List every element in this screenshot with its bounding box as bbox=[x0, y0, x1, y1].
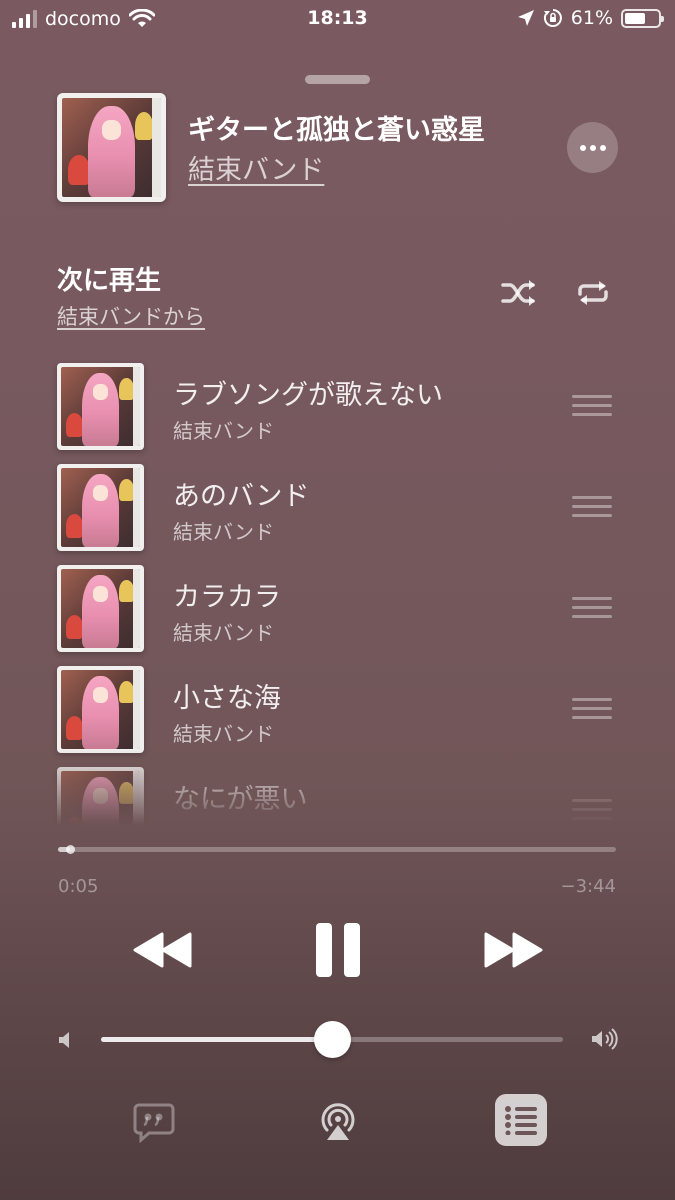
speaker-low-icon bbox=[59, 1032, 69, 1048]
reorder-handle-icon[interactable] bbox=[572, 395, 612, 419]
queue-track-artist: 結束バンド bbox=[173, 621, 274, 645]
queue-artwork bbox=[57, 767, 144, 825]
queue-row[interactable]: ラブソングが歌えない結束バンド bbox=[0, 355, 675, 455]
remaining-time: −3:44 bbox=[560, 876, 616, 897]
status-bar: docomo 18:13 61% bbox=[0, 0, 675, 38]
now-playing-title: ギターと孤独と蒼い惑星 bbox=[188, 115, 485, 146]
progress-scrubber[interactable] bbox=[66, 845, 76, 854]
more-button[interactable] bbox=[567, 122, 618, 173]
shuffle-button[interactable] bbox=[499, 275, 539, 311]
queue-track-title: カラカラ bbox=[173, 582, 281, 613]
ellipsis-icon bbox=[579, 144, 586, 151]
queue-artwork bbox=[57, 565, 144, 652]
rewind-button[interactable] bbox=[128, 920, 198, 980]
queue-track-artist: 結束バンド bbox=[173, 520, 274, 544]
queue-row[interactable]: 小さな海 結束バンド bbox=[0, 658, 675, 758]
queue-track-title: なにが悪い bbox=[173, 784, 308, 815]
reorder-handle-icon[interactable] bbox=[572, 799, 612, 823]
queue-track-title: 小さな海 bbox=[173, 683, 281, 714]
queue-track-title: ラブソングが歌えない bbox=[173, 380, 443, 411]
rewind-icon bbox=[133, 932, 192, 968]
queue-button[interactable] bbox=[495, 1094, 547, 1146]
queue-track-title: あのバンド bbox=[173, 481, 310, 512]
battery-icon bbox=[621, 8, 664, 28]
up-next-source-link[interactable]: 結束バンドから bbox=[57, 301, 205, 331]
location-arrow-icon bbox=[517, 10, 534, 26]
speaker-high-icon bbox=[592, 1028, 618, 1050]
queue-row[interactable]: あのバンド結束バンド bbox=[0, 456, 675, 556]
reorder-handle-icon[interactable] bbox=[572, 698, 612, 722]
queue-list-icon bbox=[505, 1106, 537, 1135]
fast-forward-button[interactable] bbox=[478, 920, 548, 980]
battery-percent: 61% bbox=[570, 7, 613, 29]
shuffle-icon bbox=[501, 280, 535, 306]
reorder-handle-icon[interactable] bbox=[572, 496, 612, 520]
now-playing-artist-link[interactable]: 結束バンド bbox=[188, 148, 324, 187]
queue-track-artist: 結束バンド bbox=[173, 722, 274, 746]
repeat-icon bbox=[578, 281, 608, 305]
now-playing-artwork[interactable] bbox=[57, 93, 166, 202]
queue-artwork bbox=[57, 464, 144, 551]
queue-artwork bbox=[57, 666, 144, 753]
pause-icon bbox=[316, 923, 360, 977]
volume-fill bbox=[101, 1037, 332, 1042]
elapsed-time: 0:05 bbox=[58, 876, 99, 897]
queue-list[interactable]: ラブソングが歌えない 結束バンド あのバンド 結束バンド カラカラ 結束バンド 小さな海 結束… bbox=[0, 355, 675, 825]
orientation-lock-icon bbox=[543, 9, 562, 27]
queue-row[interactable]: カラカラ 結束バンド bbox=[0, 557, 675, 657]
queue-track-artist: 結束バンド bbox=[173, 819, 274, 825]
queue-row[interactable]: なにが悪い結束バンド bbox=[0, 759, 675, 825]
reorder-handle-icon[interactable] bbox=[572, 597, 612, 621]
fast-forward-icon bbox=[484, 932, 543, 968]
repeat-button[interactable] bbox=[573, 275, 613, 311]
progress-track[interactable] bbox=[58, 847, 616, 852]
volume-slider-knob[interactable] bbox=[314, 1021, 351, 1058]
lyrics-button[interactable] bbox=[128, 1097, 180, 1147]
queue-track-artist: 結束バンド bbox=[173, 419, 274, 443]
up-next-heading: 次に再生 bbox=[57, 266, 162, 296]
airplay-icon bbox=[321, 1103, 355, 1140]
sheet-grabber[interactable] bbox=[305, 75, 370, 84]
status-right: 61% bbox=[517, 7, 664, 29]
pause-button[interactable] bbox=[305, 915, 371, 985]
queue-artwork bbox=[57, 363, 144, 450]
airplay-button[interactable] bbox=[312, 1095, 364, 1147]
lyrics-icon bbox=[133, 1103, 175, 1143]
